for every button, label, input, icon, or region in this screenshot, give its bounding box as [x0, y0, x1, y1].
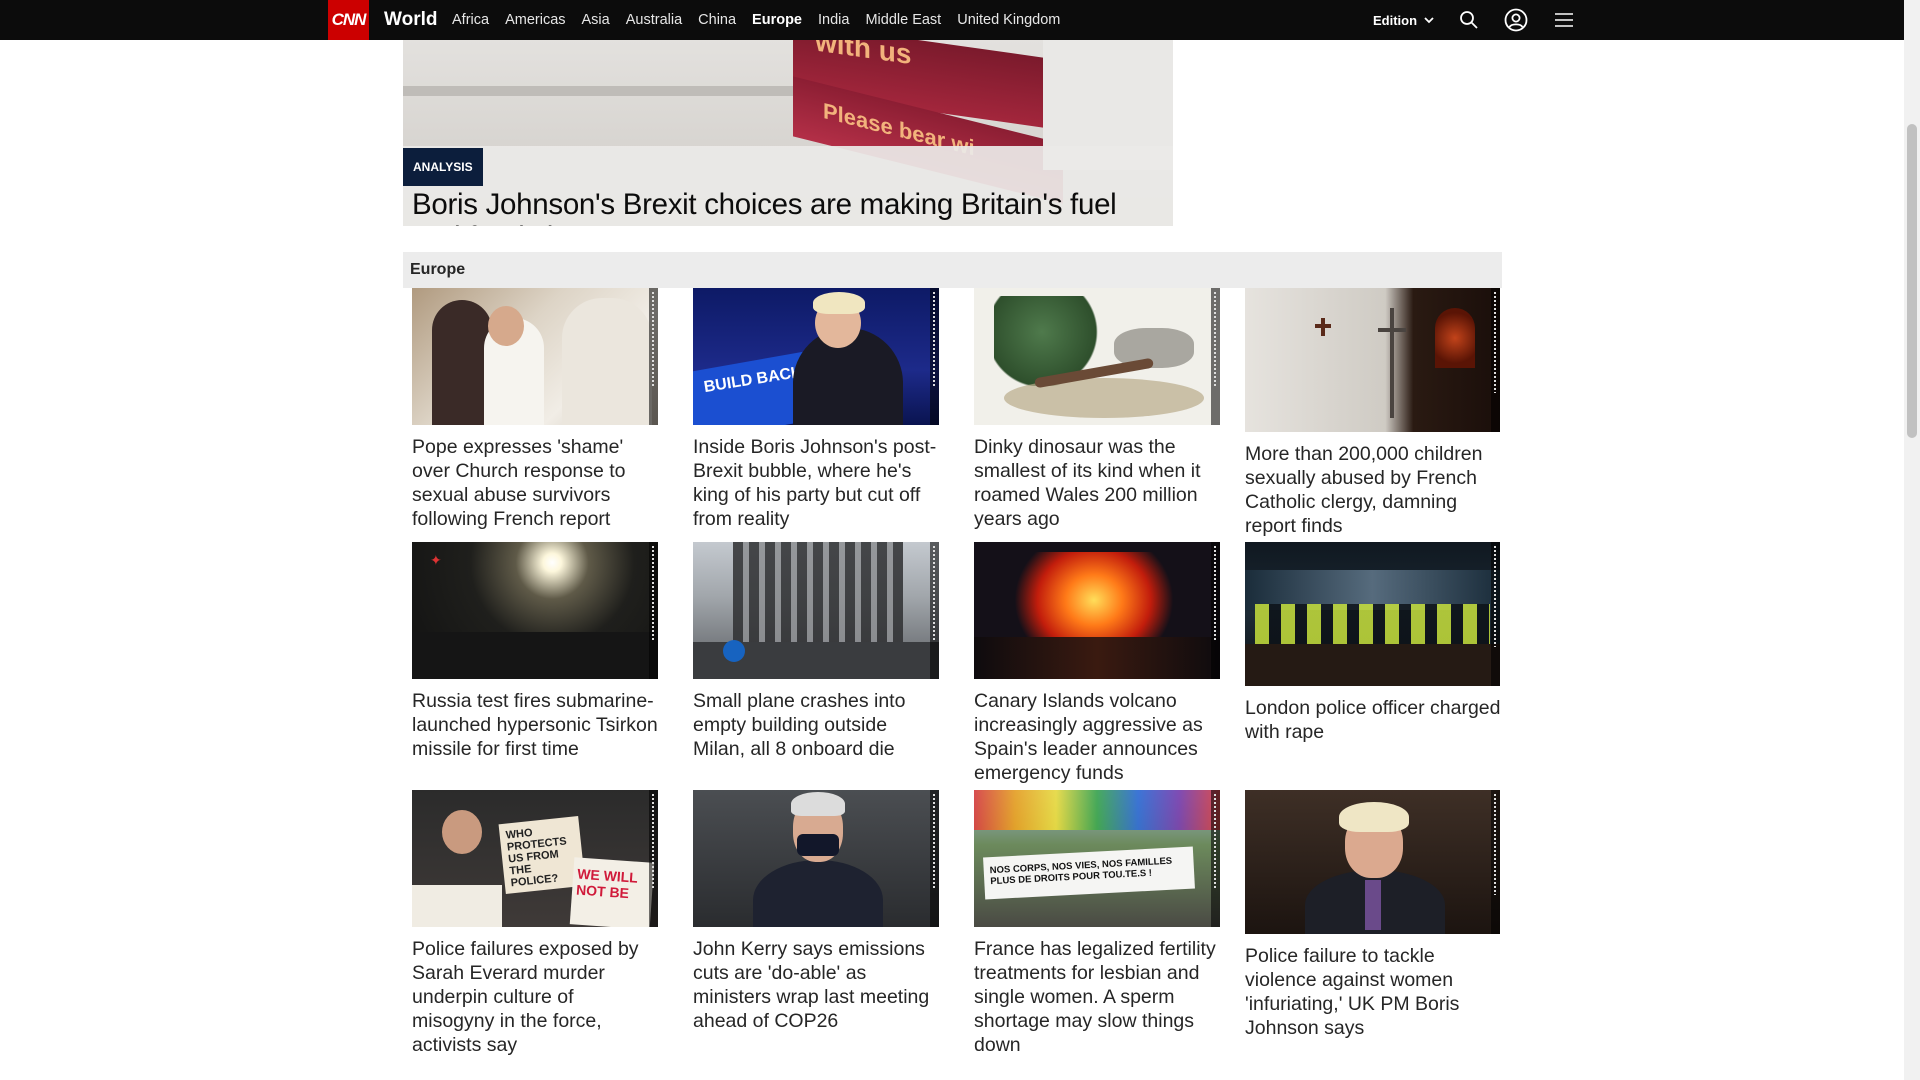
story-thumbnail[interactable]: BUILD BACK BETTER — [693, 288, 939, 425]
story-thumbnail[interactable] — [693, 542, 939, 679]
zone-title[interactable]: Europe — [410, 252, 465, 288]
story-thumbnail[interactable] — [1245, 790, 1500, 934]
story-headline[interactable]: Small plane crashes into empty building … — [693, 689, 939, 761]
photo-credit — [1211, 542, 1220, 679]
nav-link-asia[interactable]: Asia — [582, 12, 610, 28]
story-headline[interactable]: Russia test fires submarine-launched hyp… — [412, 689, 658, 761]
story-card[interactable]: BUILD BACK BETTER Inside Boris Johnson's… — [693, 288, 939, 531]
story-headline[interactable]: Inside Boris Johnson's post-Brexit bubbl… — [693, 435, 939, 531]
story-card[interactable]: More than 200,000 children sexually abus… — [1245, 288, 1502, 538]
section-title-world[interactable]: World — [384, 0, 437, 40]
nav-link-middle-east[interactable]: Middle East — [865, 12, 941, 28]
top-navigation-bar: CNN World Africa Americas Asia Australia… — [0, 0, 1904, 40]
story-card[interactable]: NOS CORPS, NOS VIES, NOS FAMILLES PLUS D… — [974, 790, 1220, 1057]
user-account-icon[interactable] — [1504, 8, 1528, 32]
photo-credit — [649, 790, 658, 927]
photo-credit — [649, 288, 658, 425]
edition-dropdown[interactable]: Edition — [1373, 0, 1435, 40]
vertical-scrollbar[interactable] — [1904, 0, 1920, 1080]
zone-header-europe: Europe — [403, 252, 1502, 288]
story-thumbnail[interactable]: WHO PROTECTS US FROM THE POLICE? WE WILL… — [412, 790, 658, 927]
story-headline[interactable]: Canary Islands volcano increasingly aggr… — [974, 689, 1220, 785]
photo-credit — [930, 790, 939, 927]
story-thumbnail[interactable] — [1245, 542, 1500, 686]
photo-credit — [930, 288, 939, 425]
story-thumbnail[interactable] — [974, 542, 1220, 679]
story-headline[interactable]: Police failures exposed by Sarah Everard… — [412, 937, 658, 1057]
hero-story[interactable]: with us Please bear wi ANALYSIS Boris Jo… — [403, 40, 1173, 226]
story-thumbnail[interactable]: NOS CORPS, NOS VIES, NOS FAMILLES PLUS D… — [974, 790, 1220, 927]
nav-link-africa[interactable]: Africa — [452, 12, 489, 28]
nav-link-europe[interactable]: Europe — [752, 12, 802, 28]
photo-credit — [1211, 288, 1220, 425]
story-headline[interactable]: Police failure to tackle violence agains… — [1245, 944, 1502, 1040]
story-card[interactable]: WHO PROTECTS US FROM THE POLICE? WE WILL… — [412, 790, 658, 1057]
chevron-down-icon — [1424, 17, 1434, 24]
nav-link-australia[interactable]: Australia — [626, 12, 682, 28]
edition-label: Edition — [1373, 12, 1418, 28]
story-thumbnail[interactable] — [412, 288, 658, 425]
nav-links: Africa Americas Asia Australia China Eur… — [452, 0, 1076, 40]
analysis-badge: ANALYSIS — [403, 148, 483, 186]
photo-credit — [1491, 790, 1500, 934]
search-icon[interactable] — [1457, 8, 1481, 32]
story-card[interactable]: Small plane crashes into empty building … — [693, 542, 939, 761]
cnn-logo[interactable]: CNN — [328, 0, 369, 40]
story-thumbnail[interactable] — [693, 790, 939, 927]
photo-credit — [1491, 542, 1500, 686]
story-thumbnail[interactable] — [1245, 288, 1500, 432]
photo-credit — [1211, 790, 1220, 927]
nav-link-india[interactable]: India — [818, 12, 849, 28]
story-headline[interactable]: London police officer charged with rape — [1245, 696, 1502, 744]
story-headline[interactable]: Pope expresses 'shame' over Church respo… — [412, 435, 658, 531]
story-card[interactable]: John Kerry says emissions cuts are 'do-a… — [693, 790, 939, 1033]
thumbnail-banner-text: NOS CORPS, NOS VIES, NOS FAMILLES PLUS D… — [983, 846, 1195, 900]
eagle-emblem-icon: ✦ — [430, 552, 442, 568]
story-card[interactable]: Pope expresses 'shame' over Church respo… — [412, 288, 658, 531]
photo-credit — [1491, 288, 1500, 432]
story-card[interactable]: Police failure to tackle violence agains… — [1245, 790, 1502, 1040]
hero-headline[interactable]: Boris Johnson's Brexit choices are makin… — [412, 188, 1172, 226]
story-thumbnail[interactable]: ✦ — [412, 542, 658, 679]
photo-credit — [649, 542, 658, 679]
story-card[interactable]: London police officer charged with rape — [1245, 542, 1502, 744]
hamburger-menu-icon[interactable] — [1552, 8, 1576, 32]
nav-link-united-kingdom[interactable]: United Kingdom — [957, 12, 1060, 28]
photo-credit — [930, 542, 939, 679]
story-headline[interactable]: France has legalized fertility treatment… — [974, 937, 1220, 1057]
story-card[interactable]: ✦ Russia test fires submarine-launched h… — [412, 542, 658, 761]
story-thumbnail[interactable] — [974, 288, 1220, 425]
story-card[interactable]: Dinky dinosaur was the smallest of its k… — [974, 288, 1220, 531]
story-headline[interactable]: More than 200,000 children sexually abus… — [1245, 442, 1502, 538]
thumbnail-sign-text: WE WILL NOT BE — [569, 857, 655, 927]
nav-link-americas[interactable]: Americas — [505, 12, 565, 28]
story-headline[interactable]: John Kerry says emissions cuts are 'do-a… — [693, 937, 939, 1033]
scrollbar-thumb[interactable] — [1907, 124, 1917, 438]
nav-link-china[interactable]: China — [698, 12, 736, 28]
story-card[interactable]: Canary Islands volcano increasingly aggr… — [974, 542, 1220, 785]
story-headline[interactable]: Dinky dinosaur was the smallest of its k… — [974, 435, 1220, 531]
